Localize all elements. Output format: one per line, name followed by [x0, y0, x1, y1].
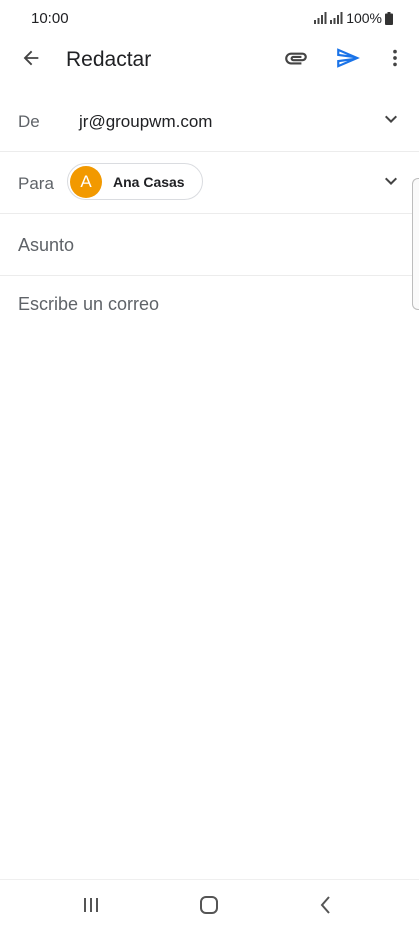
recents-icon	[81, 896, 101, 919]
from-row[interactable]: De jr@groupwm.com	[0, 91, 419, 152]
to-label: Para	[18, 174, 54, 193]
send-icon	[335, 45, 361, 76]
from-expand-button[interactable]	[379, 109, 403, 133]
arrow-left-icon	[20, 47, 42, 74]
battery-icon	[385, 11, 393, 25]
status-time: 10:00	[31, 10, 69, 27]
to-expand-button[interactable]	[379, 171, 403, 195]
from-account[interactable]: jr@groupwm.com	[79, 112, 212, 132]
battery-level: 100%	[346, 10, 382, 26]
back-button[interactable]	[11, 40, 51, 80]
subject-input[interactable]	[18, 233, 388, 257]
to-row[interactable]: Para A Ana Casas	[0, 152, 419, 214]
status-bar: 10:00 100%	[0, 0, 419, 36]
from-label: De	[18, 112, 40, 131]
status-indicators: 100%	[314, 10, 393, 26]
page-title: Redactar	[66, 48, 152, 71]
more-vert-icon	[384, 47, 406, 74]
app-bar: Redactar	[0, 36, 419, 84]
more-options-button[interactable]	[375, 40, 415, 80]
scroll-handle[interactable]	[412, 178, 419, 310]
send-button[interactable]	[328, 40, 368, 80]
signal-icon	[314, 12, 327, 24]
home-button[interactable]	[189, 892, 229, 922]
recents-button[interactable]	[71, 892, 111, 922]
home-icon	[199, 895, 219, 920]
system-nav-bar	[0, 879, 419, 932]
body-input[interactable]	[18, 292, 398, 852]
attach-button[interactable]	[276, 40, 316, 80]
chevron-down-icon	[379, 107, 403, 136]
subject-row	[0, 214, 419, 276]
avatar: A	[70, 166, 102, 198]
recipient-name: Ana Casas	[113, 174, 185, 190]
signal-icon	[330, 12, 343, 24]
paperclip-icon	[283, 45, 309, 76]
chevron-down-icon	[379, 169, 403, 198]
back-icon	[318, 895, 334, 920]
nav-back-button[interactable]	[306, 892, 346, 922]
recipient-chip[interactable]: A Ana Casas	[67, 163, 203, 200]
